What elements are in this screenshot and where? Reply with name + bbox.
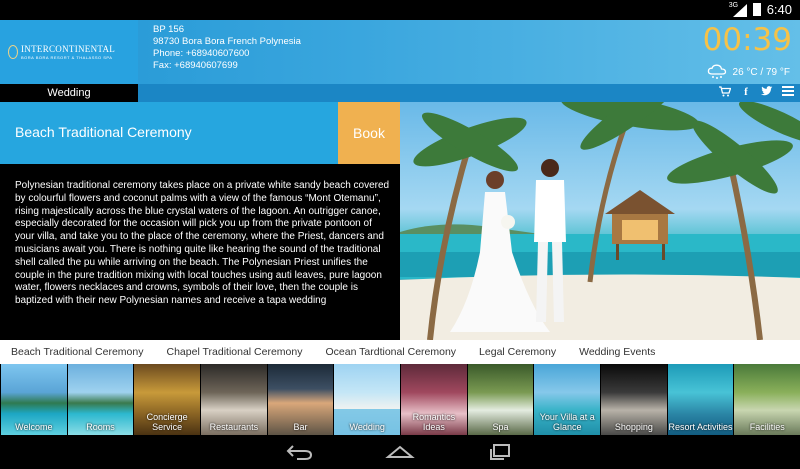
description-text[interactable]: Polynesian traditional ceremony takes pl… [15,180,390,340]
digital-clock: 00:39 [702,22,792,58]
thumbnail-restaurants[interactable]: Restaurants [201,364,267,435]
tab-beach-traditional-ceremony[interactable]: Beach Traditional Ceremony [11,346,144,358]
back-icon[interactable] [285,443,315,461]
temperature: 26 °C / 79 °F [732,66,790,78]
android-nav-bar [0,435,800,469]
thumbnail-label: Your Villa at a Glance [539,412,595,432]
intercontinental-logo-icon [8,45,18,59]
thumbnail-facilities[interactable]: Facilities [734,364,800,435]
thumbnail-label: Spa [492,422,509,432]
tab-legal-ceremony[interactable]: Legal Ceremony [479,346,556,358]
hotel-address: BP 156 98730 Bora Bora French Polynesia … [153,24,301,72]
thumbnail-label: Facilities [749,422,785,432]
address-line: BP 156 [153,24,184,35]
phone-line: Phone: +68940607600 [153,48,250,59]
beach-wedding-illustration [400,102,800,340]
recent-apps-icon[interactable] [485,443,515,461]
tab-wedding-events[interactable]: Wedding Events [579,346,655,358]
logo-title: INTERCONTINENTAL [21,44,116,54]
home-icon[interactable] [385,443,415,461]
menu-icon[interactable] [782,86,794,100]
section-thumbnails: Welcome Rooms Concierge Service Restaurants… [0,364,800,435]
thumbnail-label: Resort Activities [668,422,733,432]
thumbnail-label: Welcome [15,422,53,432]
nav-strip: Wedding f [0,84,800,102]
book-button[interactable]: Book [338,102,400,164]
status-bar: 3G 6:40 [0,0,800,20]
thumbnail-label: Romantics Ideas [412,412,456,432]
hotel-header: INTERCONTINENTAL BORA BORA RESORT & THAL… [0,20,800,84]
status-time: 6:40 [766,2,792,17]
social-links: f [719,86,794,100]
detail-panel: Beach Traditional Ceremony Book Polynesi… [0,102,400,340]
thumbnail-concierge-service[interactable]: Concierge Service [134,364,201,435]
cloud-snow-icon [707,64,726,79]
thumbnail-bar[interactable]: Bar [267,364,334,435]
weather-widget: 26 °C / 79 °F [707,64,790,80]
title-bar: Beach Traditional Ceremony Book [0,102,400,164]
thumbnail-shopping[interactable]: Shopping [601,364,667,435]
thumbnail-label: Rooms [86,422,115,432]
thumbnail-label: Bar [293,422,308,432]
twitter-icon[interactable] [761,86,773,100]
logo-subtitle: BORA BORA RESORT & THALASSO SPA [21,55,113,60]
thumbnail-rooms[interactable]: Rooms [67,364,134,435]
thumbnail-wedding[interactable]: Wedding [334,364,401,435]
address-line: 98730 Bora Bora French Polynesia [153,36,301,47]
thumbnail-your-villa-at-a-glance[interactable]: Your Villa at a Glance [534,364,601,435]
battery-icon [752,3,761,16]
thumbnail-welcome[interactable]: Welcome [1,364,67,435]
thumbnail-romantics-ideas[interactable]: Romantics Ideas [401,364,467,435]
hotel-logo[interactable]: INTERCONTINENTAL BORA BORA RESORT & THAL… [0,20,138,84]
section-tab-wedding[interactable]: Wedding [0,84,138,102]
cell-signal-icon: 3G [729,2,747,17]
thumbnail-label: Restaurants [209,422,259,432]
ceremony-tabs: Beach Traditional Ceremony Chapel Tradit… [0,340,800,364]
wedding-photo [400,102,800,340]
thumbnail-label: Wedding [349,422,385,432]
fax-line: Fax: +68940607699 [153,60,238,71]
cart-icon[interactable] [719,86,732,100]
facebook-icon[interactable]: f [740,86,752,100]
tab-ocean-traditional-ceremony[interactable]: Ocean Tardtional Ceremony [326,346,457,358]
thumbnail-label: Shopping [614,422,653,432]
thumbnail-spa[interactable]: Spa [467,364,534,435]
thumbnail-resort-activities[interactable]: Resort Activities [667,364,734,435]
thumbnail-label: Concierge Service [146,412,188,432]
tab-chapel-traditional-ceremony[interactable]: Chapel Traditional Ceremony [167,346,303,358]
page-title: Beach Traditional Ceremony [15,124,192,140]
